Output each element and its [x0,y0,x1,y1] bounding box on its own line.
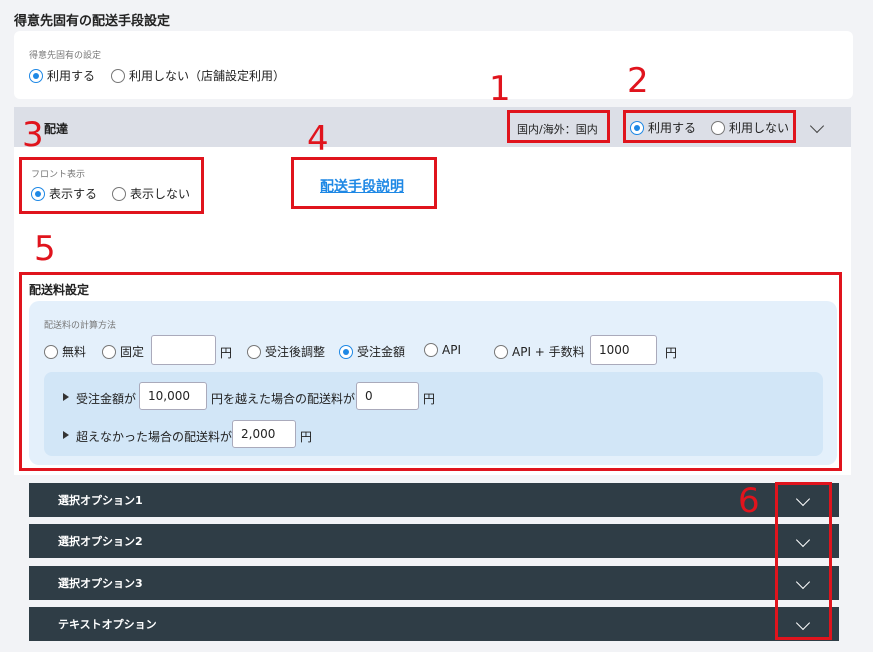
radio-unselected-icon [111,68,125,83]
annotation-box-1 [507,110,610,143]
annotation-box-3 [19,157,204,214]
annotation-number-2: 2 [627,61,649,101]
page-title: 得意先固有の配送手段設定 [14,14,171,29]
customer-setting-label: 得意先固有の設定 [29,51,102,61]
annotation-box-6 [775,482,832,640]
annotation-number-6: 6 [738,481,760,521]
annotation-number-3: 3 [22,115,44,155]
annotation-number-4: 4 [307,119,329,159]
customer-setting-use-radio[interactable]: 利用する [29,67,95,84]
annotation-box-4 [291,157,437,209]
option-section-1[interactable]: 選択オプション1 [29,483,839,517]
annotation-box-2 [623,110,796,143]
customer-setting-card [14,31,853,99]
option-section-2[interactable]: 選択オプション2 [29,524,839,558]
text-option-section[interactable]: テキストオプション [29,607,839,641]
customer-setting-not-use-radio[interactable]: 利用しない（店舗設定利用） [111,67,285,84]
option-section-3[interactable]: 選択オプション3 [29,566,839,600]
delivery-section-title: 配達 [44,122,69,136]
annotation-number-5: 5 [34,229,56,269]
annotation-number-1: 1 [489,69,511,109]
radio-selected-icon [29,68,43,83]
annotation-box-5 [19,272,842,471]
